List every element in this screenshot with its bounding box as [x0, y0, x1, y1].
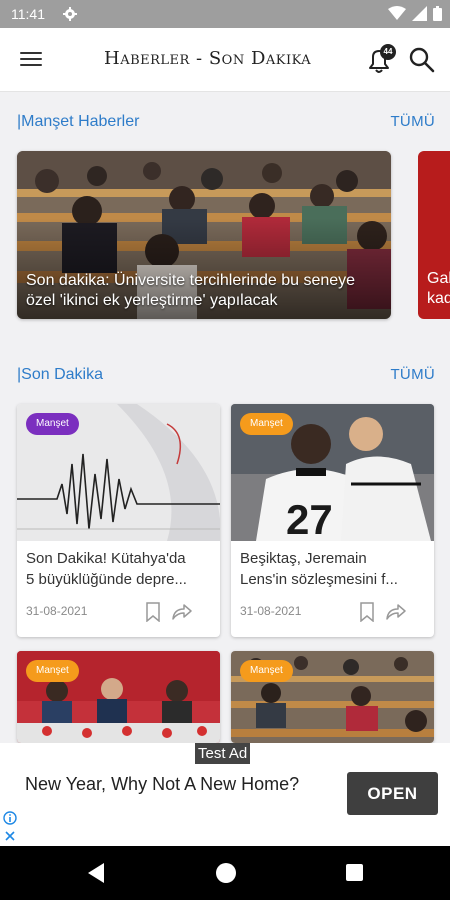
peek-title-line2: kad [427, 290, 450, 307]
status-icons [388, 6, 442, 21]
headline-card-next[interactable]: Gal kad [418, 151, 450, 319]
info-icon[interactable] [3, 811, 17, 825]
recents-icon[interactable] [346, 864, 363, 881]
nav-bar [0, 846, 450, 900]
news-date: 31-08-2021 [240, 604, 302, 618]
wifi-icon [388, 6, 406, 20]
home-icon[interactable] [216, 863, 236, 883]
svg-text:27: 27 [286, 496, 333, 541]
peek-title-line1: Gal [427, 270, 450, 287]
headline-card[interactable]: Son dakika: Üniversite tercihlerinde bu … [17, 151, 391, 319]
close-icon[interactable] [3, 829, 17, 843]
status-time: 11:41 [11, 6, 45, 22]
ad-text[interactable]: New Year, Why Not A New Home? [25, 773, 315, 795]
ad-open-button[interactable]: OPEN [347, 772, 438, 815]
gear-icon [63, 7, 77, 21]
news-card[interactable]: Manşet [231, 651, 434, 743]
notification-badge: 44 [380, 44, 396, 60]
app-bar: Haberler - Son Dakika 44 [0, 28, 450, 92]
news-card[interactable]: Manşet Son Dakika! Kütahya'da 5 büyüklüğ… [17, 404, 220, 637]
news-badge: Manşet [240, 413, 293, 435]
bookmark-icon[interactable] [359, 602, 375, 622]
headline-section-title: |Manşet Haberler [17, 113, 140, 130]
ad-label: Test Ad [195, 743, 251, 764]
news-badge: Manşet [26, 660, 79, 682]
latest-see-all-link[interactable]: TÜMÜ [390, 366, 435, 383]
news-date: 31-08-2021 [26, 604, 88, 618]
signal-icon [412, 6, 427, 21]
headline-title: Son dakika: Üniversite tercihlerinde bu … [26, 272, 356, 309]
news-badge: Manşet [26, 413, 79, 435]
back-icon[interactable] [86, 862, 106, 884]
news-card[interactable]: 27 Manşet Beşiktaş, Jeremain Lens'in söz… [231, 404, 434, 637]
headline-see-all-link[interactable]: TÜMÜ [390, 113, 435, 130]
search-icon[interactable] [408, 46, 436, 74]
menu-icon [20, 51, 42, 54]
share-icon[interactable] [171, 602, 193, 622]
news-card[interactable]: Manşet [17, 651, 220, 743]
battery-icon [433, 6, 442, 21]
news-badge: Manşet [240, 660, 293, 682]
menu-button[interactable] [20, 48, 44, 72]
news-title: Beşiktaş, Jeremain Lens'in sözleşmesini … [240, 550, 398, 588]
app-title: Haberler - Son Dakika [104, 48, 312, 69]
news-title: Son Dakika! Kütahya'da 5 büyüklüğünde de… [26, 550, 187, 588]
latest-section-title: |Son Dakika [17, 366, 103, 383]
share-icon[interactable] [385, 602, 407, 622]
status-bar: 11:41 [0, 0, 450, 28]
bookmark-icon[interactable] [145, 602, 161, 622]
